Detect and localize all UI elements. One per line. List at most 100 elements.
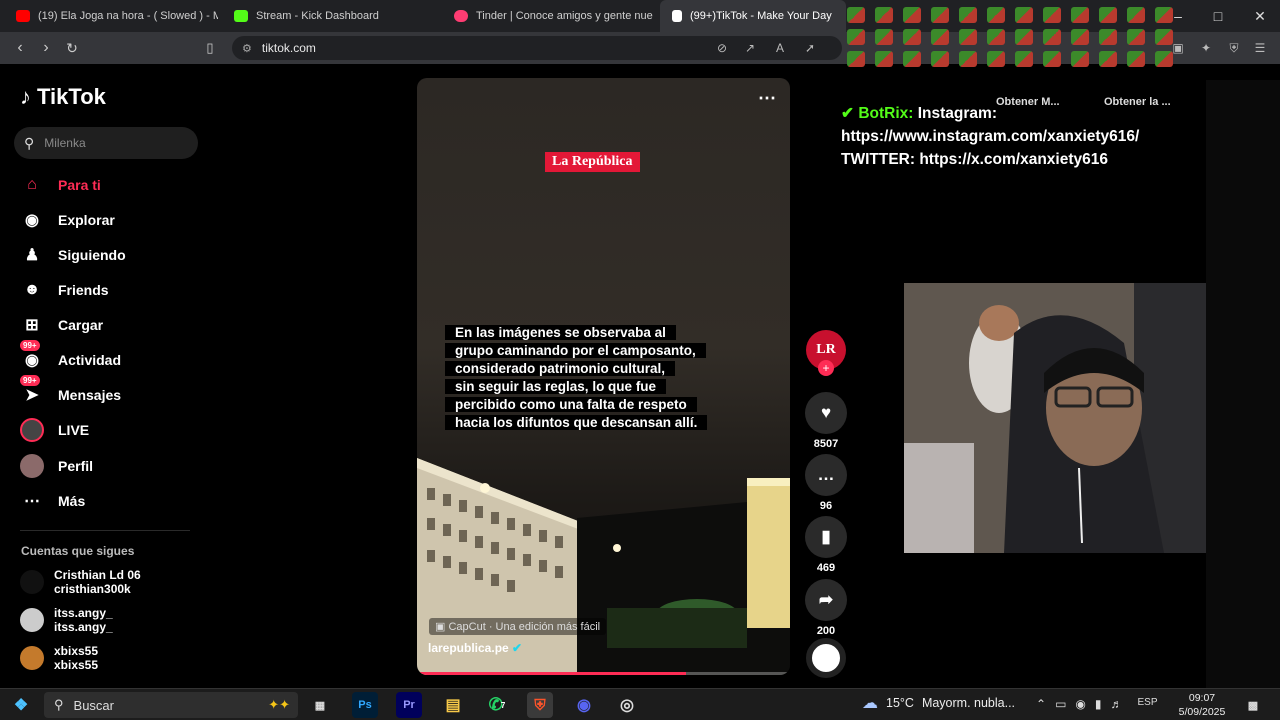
forward-icon[interactable]: › [36,38,56,58]
discord-icon[interactable]: ◉ [571,692,597,718]
search-input[interactable]: ⚲ Milenka [14,127,198,159]
whatsapp-badge: 7 [500,700,506,710]
volume-icon[interactable]: ♬ [1111,697,1123,711]
device-icon[interactable]: ▭ [1055,697,1066,711]
task-view-icon[interactable]: ▦ [307,692,333,718]
nav-perfil[interactable]: Perfil [20,454,93,478]
emote-icon [1122,48,1150,70]
following-account[interactable]: Cristhian Ld 06 cristhian300k [20,568,141,596]
nav-mensajes[interactable]: ➤ 99+ Mensajes [20,375,121,407]
nav-siguiendo[interactable]: ♟ Siguiendo [20,243,126,267]
app-label: Pr [403,699,415,711]
caption-line: considerado patrimonio cultural, [450,361,671,376]
site-settings-icon[interactable]: ⚙ [242,42,252,55]
notifications-icon[interactable]: ▩ [1240,692,1266,718]
save-button[interactable]: ▮ 469 [805,516,847,574]
share-icon[interactable]: ➚ [802,40,818,56]
streamer-webcam-image [904,283,1206,553]
emote-icon [982,48,1010,70]
emote-icon [1122,26,1150,48]
caption-line: En las imágenes se observaba al [450,325,671,340]
leo-icon[interactable]: ✦ [1198,40,1214,56]
kick-icon [234,10,248,22]
video-player[interactable]: ⋯ La República En las imágenes se observ… [417,78,790,675]
tinder-icon [454,10,468,22]
video-progress-bar[interactable] [417,672,790,675]
emote-icon [926,48,954,70]
save-count: 469 [816,562,836,574]
video-author[interactable]: larepublica.pe ✔ [428,641,522,655]
premiere-icon[interactable]: Pr [396,692,422,718]
menu-icon[interactable]: ☰ [1252,40,1268,56]
close-icon[interactable]: ✕ [1248,6,1272,26]
comment-button[interactable]: … 96 [805,454,847,512]
following-icon: ♟ [24,247,40,264]
bot-instagram-link: https://www.instagram.com/xanxiety616/ [841,128,1140,145]
account-name: Cristhian Ld 06 [54,568,141,582]
emote-icon [954,4,982,26]
photoshop-icon[interactable]: Ps [352,692,378,718]
capcut-watermark[interactable]: ▣ CapCut · Una edición más fácil [429,618,607,635]
brave-icon[interactable]: ⛨ [527,692,553,718]
avatar [20,570,44,594]
bot-name: BotRix: [858,105,914,122]
nav-para-ti[interactable]: ⌂ Para ti [20,173,101,197]
camera-off-icon[interactable]: ⊘ [714,40,730,56]
share-button[interactable]: ➦ 200 [805,579,847,637]
emote-icon [1122,4,1150,26]
tiktok-logo[interactable]: ♪ TikTok [20,84,106,110]
nav-friends[interactable]: ☻ Friends [20,278,109,302]
sidebar-divider [20,530,190,531]
whatsapp-icon[interactable]: ✆ 7 [484,692,510,718]
follow-plus-icon[interactable]: + [818,360,834,376]
nav-live[interactable]: LIVE [20,418,89,442]
caption-line: percibido como una falta de respeto [450,397,692,412]
tab-youtube[interactable]: (19) Ela Joga na hora - ( Slowed ) - M [4,0,218,32]
emote-icon [842,26,870,48]
following-account[interactable]: xbixs55 xbixs55 [20,644,98,672]
file-explorer-icon[interactable]: ▤ [440,692,466,718]
home-icon: ⌂ [27,176,37,193]
nav-cargar[interactable]: ⊞ Cargar [20,313,103,337]
taskbar-search-placeholder: Buscar [73,697,114,713]
more-options-icon[interactable]: ⋯ [758,88,776,109]
author-name: larepublica.pe [428,641,509,655]
nav-explorar[interactable]: ◉ Explorar [20,208,115,232]
reload-icon[interactable]: ↻ [62,38,82,58]
clock[interactable]: 09:07 5/09/2025 [1174,691,1230,719]
emote-icon [1094,26,1122,48]
emote-icon [926,4,954,26]
capcut-icon: ▣ [435,621,446,633]
search-icon: ⚲ [54,697,64,712]
music-disc-icon[interactable] [806,638,846,678]
back-icon[interactable]: ‹ [10,38,30,58]
bookmark-icon[interactable]: ▯ [200,38,220,58]
chevron-up-icon[interactable]: ⌃ [1036,697,1046,711]
maximize-icon[interactable]: □ [1206,6,1230,26]
tab-tiktok[interactable]: (99+)TikTok - Make Your Day [660,0,846,32]
open-external-icon[interactable]: ↗ [742,40,758,56]
following-account[interactable]: itss.angy_ itss.angy_ [20,606,113,634]
youtube-icon [16,10,30,22]
translate-icon[interactable]: A [772,40,788,56]
obs-icon[interactable]: ◎ [614,692,640,718]
windows-start-icon[interactable]: ❖ [8,692,34,718]
like-button[interactable]: ♥ 8507 [805,392,847,450]
vpn-shield-icon[interactable]: ⛨ [1226,40,1242,56]
nav-label: Para ti [58,177,101,193]
microphone-icon[interactable]: ▮ [1095,697,1102,711]
tab-kick[interactable]: Stream - Kick Dashboard [222,0,438,32]
camera-icon[interactable]: ◉ [1075,697,1085,711]
friends-icon: ☻ [23,281,41,298]
language-indicator[interactable]: ESP [1138,697,1158,711]
emote-icon [982,4,1010,26]
nav-mas[interactable]: ⋯ Más [20,489,85,513]
emote-icon [1150,4,1178,26]
weather-desc: Mayorm. nubla... [921,696,1016,710]
weather-widget[interactable]: ☁ 15°C Mayorm. nubla... [862,693,1015,713]
nav-label: Cargar [58,317,104,333]
taskbar-search[interactable]: ⚲ Buscar ✦✦ [44,692,298,718]
nav-label: Actividad [58,352,122,368]
tab-tinder[interactable]: Tinder | Conoce amigos y gente nue [442,0,656,32]
nav-actividad[interactable]: ◉ 99+ Actividad [20,340,122,372]
